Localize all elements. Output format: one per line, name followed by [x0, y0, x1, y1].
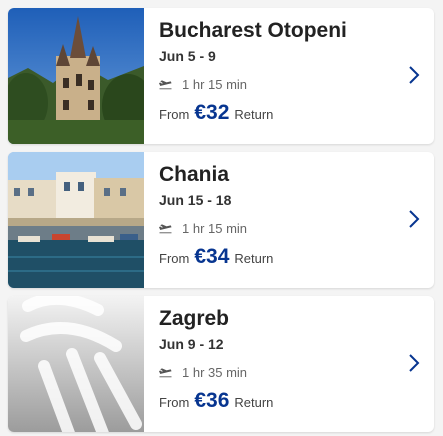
flight-card-bucharest[interactable]: Bucharest Otopeni Jun 5 - 9 1 hr 15 min …	[8, 8, 434, 144]
duration-text: 1 hr 35 min	[182, 365, 248, 380]
flight-info: Chania Jun 15 - 18 1 hr 15 min From €34 …	[159, 162, 394, 269]
flight-card-chania[interactable]: Chania Jun 15 - 18 1 hr 15 min From €34 …	[8, 152, 434, 288]
travel-dates: Jun 5 - 9	[159, 48, 216, 64]
flight-card-zagreb[interactable]: Zagreb Jun 9 - 12 1 hr 35 min From €36 R…	[8, 296, 434, 432]
chevron-right-icon[interactable]	[408, 65, 420, 85]
price-value: €32	[194, 101, 230, 124]
plane-icon	[159, 368, 172, 378]
from-label: From	[159, 251, 190, 266]
flight-duration-row: 1 hr 15 min	[159, 221, 394, 237]
trip-type-label: Return	[234, 395, 274, 410]
duration-text: 1 hr 15 min	[182, 221, 248, 236]
destination-name: Chania	[159, 163, 230, 186]
flight-duration-row: 1 hr 15 min	[159, 77, 394, 93]
price-value: €36	[194, 389, 230, 412]
flight-info: Zagreb Jun 9 - 12 1 hr 35 min From €36 R…	[159, 306, 394, 413]
chevron-right-icon[interactable]	[408, 353, 420, 373]
destination-image-castle	[8, 8, 144, 144]
plane-icon	[159, 224, 172, 234]
price-row: From €32 Return	[159, 101, 394, 125]
chevron-right-icon[interactable]	[408, 209, 420, 229]
price-value: €34	[194, 245, 230, 268]
duration-text: 1 hr 15 min	[182, 77, 248, 92]
travel-dates: Jun 15 - 18	[159, 192, 232, 208]
from-label: From	[159, 395, 190, 410]
placeholder-image	[8, 296, 144, 432]
from-label: From	[159, 107, 190, 122]
flight-deals-list: Bucharest Otopeni Jun 5 - 9 1 hr 15 min …	[0, 0, 443, 436]
travel-dates: Jun 9 - 12	[159, 336, 224, 352]
destination-name: Bucharest Otopeni	[159, 19, 347, 42]
price-row: From €34 Return	[159, 245, 394, 269]
trip-type-label: Return	[234, 251, 274, 266]
price-row: From €36 Return	[159, 389, 394, 413]
destination-image-harbour	[8, 152, 144, 288]
flight-info: Bucharest Otopeni Jun 5 - 9 1 hr 15 min …	[159, 18, 394, 125]
flight-duration-row: 1 hr 35 min	[159, 365, 394, 381]
plane-icon	[159, 80, 172, 90]
destination-name: Zagreb	[159, 307, 230, 330]
trip-type-label: Return	[234, 107, 274, 122]
